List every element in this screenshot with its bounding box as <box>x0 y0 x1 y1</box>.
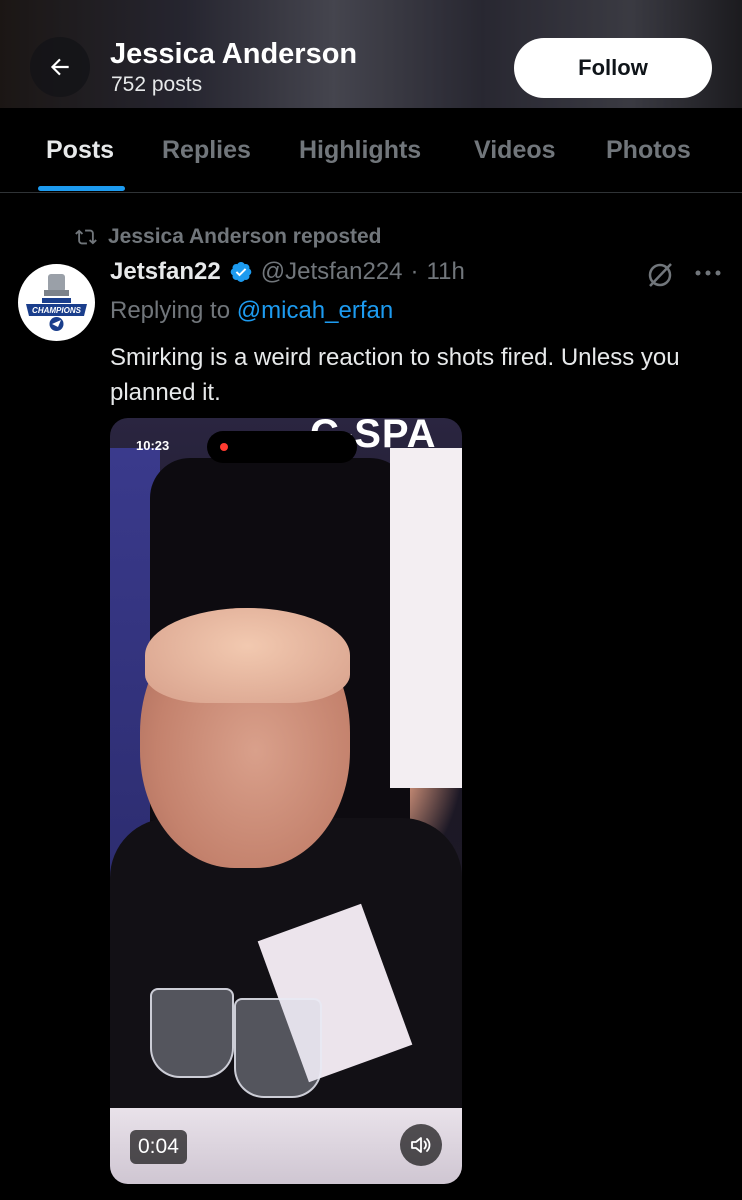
phone-status-time: 10:23 <box>136 438 170 453</box>
repost-indicator: Jessica Anderson reposted <box>74 225 382 249</box>
grok-icon[interactable] <box>646 261 674 289</box>
repost-label: Jessica Anderson reposted <box>108 225 382 248</box>
author-handle[interactable]: @Jetsfan224 <box>261 258 403 286</box>
tab-replies[interactable]: Replies <box>162 136 251 165</box>
posts-count: 752 posts <box>111 73 203 96</box>
replying-prefix: Replying to <box>110 297 231 324</box>
back-button[interactable] <box>30 37 90 97</box>
recording-dot <box>220 443 228 451</box>
replying-to: Replying to @micah_erfan <box>110 297 393 325</box>
video-hair <box>145 608 350 703</box>
arrow-left-icon <box>50 58 69 76</box>
post-text: Smirking is a weird reaction to shots fi… <box>110 344 680 406</box>
author-name[interactable]: Jetsfan22 <box>110 258 221 286</box>
post-author-row: Jetsfan22 @Jetsfan224 · 11h <box>110 258 465 286</box>
stanley-cup-champions-logo: CHAMPIONS <box>26 274 87 331</box>
video-wine-glass <box>150 988 234 1078</box>
profile-header: Jessica Anderson 752 posts Follow <box>0 0 742 108</box>
tab-posts[interactable]: Posts <box>46 136 114 165</box>
repost-icon <box>75 229 97 245</box>
avatar[interactable]: CHAMPIONS <box>18 264 95 341</box>
volume-button[interactable] <box>400 1124 442 1166</box>
speaker-icon <box>411 1137 431 1153</box>
video-white-shirt <box>390 448 462 788</box>
active-tab-indicator <box>38 186 125 191</box>
post-video[interactable]: C-SPA 10:23 0:04 <box>110 418 462 1184</box>
verified-badge-icon <box>230 262 252 282</box>
tab-highlights[interactable]: Highlights <box>299 136 421 165</box>
follow-button[interactable]: Follow <box>514 38 712 98</box>
profile-tabs: Posts Replies Highlights Videos Photos <box>0 108 742 193</box>
video-duration: 0:04 <box>130 1130 187 1164</box>
profile-name: Jessica Anderson <box>110 38 358 70</box>
tab-videos[interactable]: Videos <box>474 136 556 165</box>
more-options-icon[interactable] <box>694 268 722 278</box>
tab-photos[interactable]: Photos <box>606 136 691 165</box>
phone-dynamic-island <box>207 431 357 463</box>
separator-dot: · <box>410 258 419 285</box>
reply-mention-link[interactable]: @micah_erfan <box>237 297 393 324</box>
video-water-glass <box>234 998 322 1098</box>
svg-text:CHAMPIONS: CHAMPIONS <box>32 306 82 315</box>
post-time[interactable]: 11h <box>427 258 465 286</box>
